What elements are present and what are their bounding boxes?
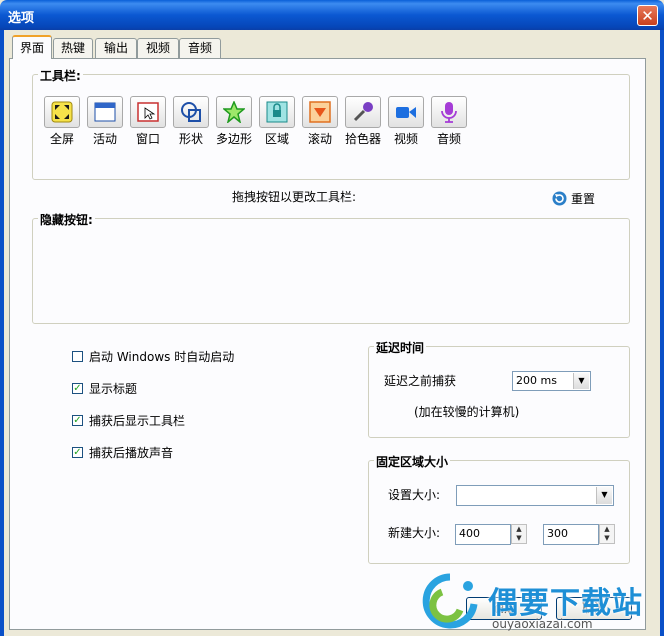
spin-up-icon[interactable]: ▲ (512, 525, 526, 534)
tab-audio[interactable]: 音频 (179, 38, 221, 58)
show-toolbar-checkbox[interactable]: ✓ (72, 415, 83, 426)
hidden-buttons-group (32, 218, 630, 324)
delay-group-label: 延迟时间 (374, 339, 427, 356)
height-value: 300 (547, 527, 568, 540)
active-window-icon (94, 102, 116, 122)
set-size-select[interactable]: ▼ (456, 485, 614, 506)
delay-note: (加在较慢的计算机) (414, 405, 520, 419)
microphone-icon (441, 102, 457, 123)
new-size-label: 新建大小: (388, 526, 441, 540)
refresh-icon (552, 191, 567, 206)
autostart-label: 启动 Windows 时自动启动 (89, 350, 235, 364)
set-size-label: 设置大小: (388, 488, 441, 502)
toolbar-button-audio[interactable]: 音频 (429, 96, 469, 146)
autostart-checkbox[interactable] (72, 351, 83, 362)
delay-group (368, 346, 630, 438)
reset-button[interactable]: 重置 (552, 190, 616, 206)
delay-select[interactable]: 200 ms ▼ (512, 371, 591, 391)
watermark-name: 偶要下载站 (488, 586, 643, 621)
drag-hint-text: 拖拽按钮以更改工具栏: (232, 190, 357, 204)
window-title: 选项 (8, 11, 35, 26)
chevron-down-icon[interactable]: ▼ (573, 373, 589, 389)
toolbar-button-label: 音频 (436, 132, 461, 146)
toolbar-button-fullscreen[interactable]: 全屏 (42, 96, 82, 146)
toolbar-group-label: 工具栏: (38, 67, 83, 84)
window-icon (137, 102, 159, 122)
toolbar-button-region[interactable]: 区域 (257, 96, 297, 146)
height-input[interactable]: 300 (543, 524, 599, 545)
window-frame-left (0, 30, 4, 636)
width-spinner[interactable]: ▲ ▼ (511, 524, 527, 544)
tab-video[interactable]: 视频 (137, 38, 179, 58)
video-icon (396, 107, 416, 118)
toolbar-button-active[interactable]: 活动 (85, 96, 125, 146)
reset-label: 重置 (571, 192, 596, 206)
title-bar[interactable] (0, 0, 664, 30)
hidden-buttons-label: 隐藏按钮: (38, 211, 95, 228)
spin-down-icon[interactable]: ▼ (600, 534, 614, 543)
tab-output[interactable]: 输出 (95, 38, 137, 58)
width-value: 400 (459, 527, 480, 540)
close-icon: ✕ (641, 7, 654, 25)
color-picker-icon (353, 102, 373, 122)
toolbar-button-shape[interactable]: 形状 (171, 96, 211, 146)
toolbar-button-video[interactable]: 视频 (386, 96, 426, 146)
width-input[interactable]: 400 (455, 524, 511, 545)
play-sound-label: 捕获后播放声音 (89, 446, 174, 460)
shape-icon (181, 102, 201, 122)
spin-up-icon[interactable]: ▲ (600, 525, 614, 534)
close-button[interactable]: ✕ (637, 5, 658, 26)
fixed-region-label: 固定区域大小 (374, 453, 451, 470)
delay-value: 200 ms (516, 374, 557, 387)
show-caption-label: 显示标题 (89, 382, 138, 396)
watermark-logo (422, 573, 478, 629)
toolbar-button-window[interactable]: 窗口 (128, 96, 168, 146)
polygon-icon (223, 101, 245, 123)
scroll-icon (309, 101, 331, 123)
show-caption-checkbox[interactable]: ✓ (72, 383, 83, 394)
toolbar-button-scroll[interactable]: 滚动 (300, 96, 340, 146)
height-spinner[interactable]: ▲ ▼ (599, 524, 615, 544)
toolbar-button-color-picker[interactable]: 拾色器 (343, 96, 383, 146)
tab-interface[interactable]: 界面 (12, 35, 52, 59)
play-sound-checkbox[interactable]: ✓ (72, 447, 83, 458)
chevron-down-icon[interactable]: ▼ (596, 487, 612, 504)
delay-label: 延迟之前捕获 (384, 374, 457, 388)
fixed-region-group (368, 460, 630, 564)
window-frame-right (660, 30, 664, 636)
fullscreen-icon (51, 101, 73, 123)
tab-hotkeys[interactable]: 热键 (53, 38, 93, 58)
toolbar-button-polygon[interactable]: 多边形 (214, 96, 254, 146)
spin-down-icon[interactable]: ▼ (512, 534, 526, 543)
watermark-url: ouyaoxiazai.com (492, 617, 593, 631)
show-toolbar-label: 捕获后显示工具栏 (89, 414, 186, 428)
region-icon (266, 101, 288, 123)
